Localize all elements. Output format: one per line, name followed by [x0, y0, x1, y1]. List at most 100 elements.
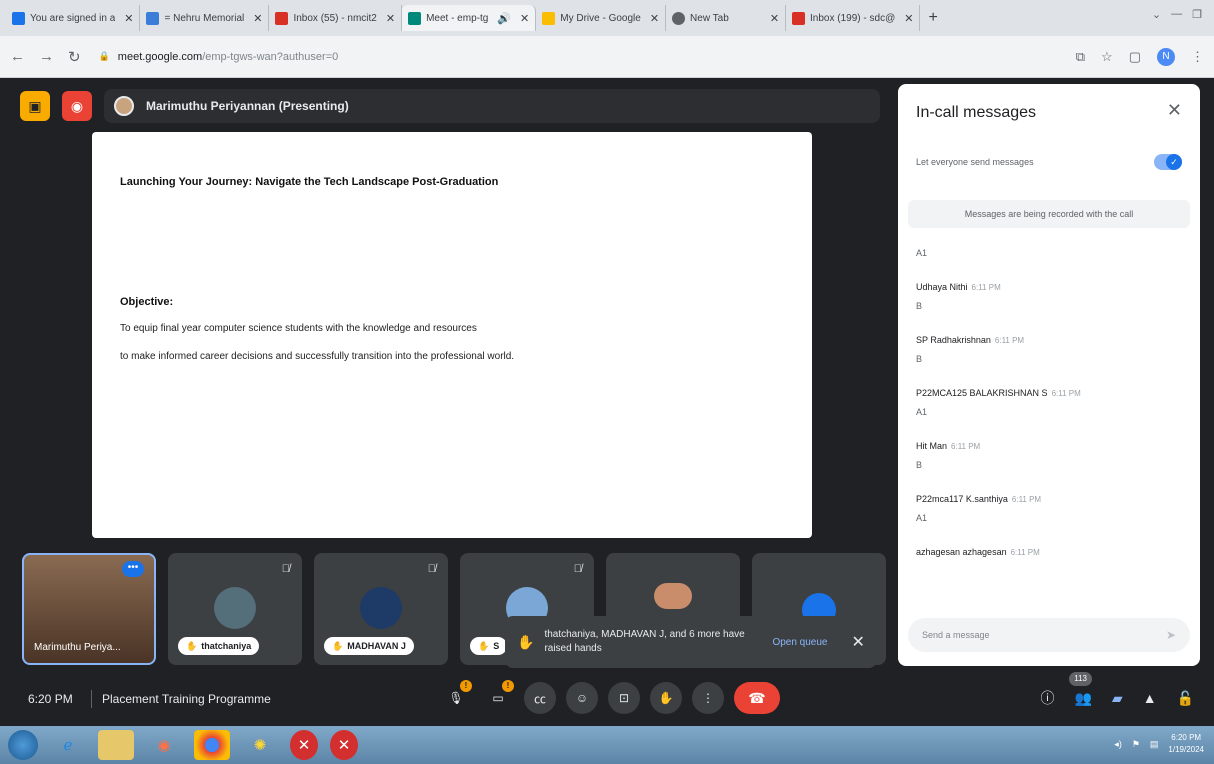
- tab-close-icon[interactable]: ✕: [650, 12, 659, 25]
- browser-tab[interactable]: You are signed in a ✕: [6, 5, 141, 31]
- message-time: 6:11 PM: [971, 283, 1001, 292]
- browser-tab[interactable]: New Tab ✕: [666, 5, 787, 31]
- mic-toggle-button[interactable]: 🎙 !: [440, 680, 472, 714]
- tab-close-icon[interactable]: ✕: [386, 12, 395, 25]
- file-explorer-icon[interactable]: [98, 730, 134, 760]
- new-tab-button[interactable]: +: [928, 9, 937, 27]
- more-options-button[interactable]: ⋮: [692, 682, 724, 714]
- drive-icon: [542, 11, 556, 25]
- browser-tab-strip: You are signed in a ✕ = Nehru Memorial ✕…: [0, 0, 1214, 36]
- tab-close-icon[interactable]: ✕: [904, 12, 913, 25]
- activities-icon[interactable]: ▣: [20, 91, 50, 121]
- meeting-controls-bar: 6:20 PM Placement Training Programme 🎙 !…: [0, 672, 1214, 726]
- reload-icon[interactable]: ↻: [68, 48, 81, 66]
- browser-tab[interactable]: Inbox (199) - sdc@ ✕: [786, 5, 921, 31]
- tab-close-icon[interactable]: ✕: [770, 12, 779, 25]
- raise-hand-button[interactable]: ✋: [650, 682, 682, 714]
- present-button[interactable]: ⊡: [608, 682, 640, 714]
- browser-tab[interactable]: My Drive - Google ✕: [536, 5, 667, 31]
- camera-toggle-button[interactable]: ▭ !: [482, 680, 514, 714]
- tab-title: My Drive - Google: [560, 12, 641, 24]
- close-icon[interactable]: ✕: [852, 632, 865, 652]
- os-taskbar: ℯ ◉ ✺ ✕ ✕ ◂) ⚑ ▤ 6:20 PM 1/19/2024: [0, 726, 1214, 764]
- meeting-details-icon[interactable]: ⓘ: [1040, 688, 1054, 708]
- back-arrow-icon[interactable]: ←: [10, 48, 25, 65]
- chrome-icon: [672, 11, 686, 25]
- internet-explorer-icon[interactable]: ℯ: [50, 730, 86, 760]
- tab-close-icon[interactable]: ✕: [520, 12, 529, 25]
- mic-off-icon: 🎙̸: [427, 563, 436, 575]
- captions-button[interactable]: ㏄: [524, 682, 556, 714]
- side-panel-icon[interactable]: ▢: [1129, 49, 1141, 65]
- tab-title: Meet - emp-tg: [426, 12, 489, 24]
- message-sender: SP Radhakrishnan: [916, 335, 991, 345]
- tab-close-icon[interactable]: ✕: [253, 12, 262, 25]
- present-screen-icon: ⊡: [618, 691, 630, 705]
- browser-tab[interactable]: Inbox (55) - nmcit2 ✕: [269, 5, 403, 31]
- people-icon[interactable]: 👥: [1074, 690, 1091, 707]
- address-bar: ← → ↻ 🔒 meet.google.com/emp-tgws-wan?aut…: [0, 36, 1214, 78]
- error-app-icon[interactable]: ✕: [330, 730, 358, 760]
- raised-hand-icon: ✋: [478, 640, 490, 651]
- paint-icon[interactable]: ✺: [242, 730, 278, 760]
- network-icon[interactable]: ▤: [1150, 739, 1159, 750]
- message-input[interactable]: Send a message ➤: [908, 618, 1190, 652]
- flag-icon[interactable]: ⚑: [1132, 739, 1140, 750]
- camera-warning-badge: !: [502, 680, 514, 692]
- send-icon[interactable]: ➤: [1166, 628, 1176, 642]
- participant-name-chip: ✋ MADHAVAN J: [324, 637, 414, 655]
- send-messages-toggle[interactable]: ✓: [1154, 154, 1182, 170]
- meeting-name: Placement Training Programme: [102, 692, 271, 706]
- side-controls: ⓘ 👥 ▰ ▲ 🔓: [1040, 688, 1194, 708]
- participant-name: Marimuthu Periya...: [34, 642, 121, 653]
- error-app-icon[interactable]: ✕: [290, 730, 318, 760]
- tab-search-icon[interactable]: ⌄: [1152, 8, 1161, 21]
- participant-tile-self[interactable]: ••• Marimuthu Periya...: [22, 553, 156, 665]
- bookmark-star-icon[interactable]: ☆: [1101, 49, 1113, 65]
- recording-icon[interactable]: ◉: [62, 91, 92, 121]
- raised-hands-text: thatchaniya, MADHAVAN J, and 6 more have…: [544, 629, 745, 654]
- browser-tab[interactable]: = Nehru Memorial ✕: [140, 5, 270, 31]
- hand-icon: ✋: [658, 691, 674, 705]
- message-time: 6:11 PM: [994, 336, 1025, 345]
- tab-close-icon[interactable]: ✕: [124, 12, 133, 25]
- volume-icon[interactable]: ◂): [1114, 739, 1122, 750]
- reactions-button[interactable]: ☺: [566, 682, 598, 714]
- leave-call-button[interactable]: ☎: [734, 682, 780, 714]
- minimize-icon[interactable]: —: [1171, 8, 1182, 21]
- avatar: [214, 587, 256, 629]
- system-clock[interactable]: 6:20 PM 1/19/2024: [1168, 732, 1204, 756]
- close-icon[interactable]: ✕: [1167, 100, 1182, 121]
- gmail-icon: [792, 11, 806, 25]
- windows-start-icon[interactable]: [8, 730, 38, 760]
- forward-arrow-icon[interactable]: →: [39, 48, 54, 65]
- message-list: A1 Udhaya Nithi 6:11 PM B SP Radhakrishna…: [916, 248, 1186, 579]
- message-text: B: [916, 460, 923, 470]
- message-time: 6:11 PM: [1011, 495, 1042, 504]
- profile-avatar[interactable]: N: [1157, 47, 1175, 66]
- maximize-icon[interactable]: ❐: [1192, 8, 1202, 21]
- chat-icon[interactable]: ▰: [1112, 690, 1123, 707]
- participant-name: thatchaniya: [201, 641, 252, 651]
- raised-hand-icon: ✋: [517, 633, 535, 650]
- browser-menu-icon[interactable]: ⋮: [1191, 49, 1204, 65]
- message-time: 6:11 PM: [1051, 389, 1081, 398]
- media-player-icon[interactable]: ◉: [146, 730, 182, 760]
- participant-tile[interactable]: 🎙̸ ✋ thatchaniya: [168, 553, 302, 665]
- activities-shapes-icon[interactable]: ▲: [1143, 690, 1157, 706]
- install-app-icon[interactable]: ⧉: [1076, 49, 1085, 65]
- window-controls: ⌄ — ❐: [1152, 8, 1202, 21]
- message-sender: P22MCA125 BALAKRISHNAN S: [916, 388, 1048, 398]
- more-options-icon[interactable]: •••: [122, 561, 144, 577]
- tab-title: Inbox (55) - nmcit2: [293, 12, 377, 24]
- chrome-taskbar-icon[interactable]: [194, 730, 230, 760]
- host-controls-lock-icon[interactable]: 🔓: [1177, 690, 1194, 707]
- open-queue-button[interactable]: Open queue: [772, 637, 827, 648]
- message-item: P22mca117 K.santhiya 6:11 PM A1: [916, 489, 1186, 523]
- url-field[interactable]: 🔒 meet.google.com/emp-tgws-wan?authuser=…: [95, 44, 1062, 70]
- avatar-group: [654, 583, 692, 609]
- participant-tile[interactable]: 🎙̸ ✋ MADHAVAN J: [314, 553, 448, 665]
- raised-hand-icon: ✋: [332, 640, 344, 651]
- audio-playing-icon[interactable]: 🔊: [497, 12, 511, 25]
- browser-tab-active[interactable]: Meet - emp-tg 🔊 ✕: [402, 5, 537, 31]
